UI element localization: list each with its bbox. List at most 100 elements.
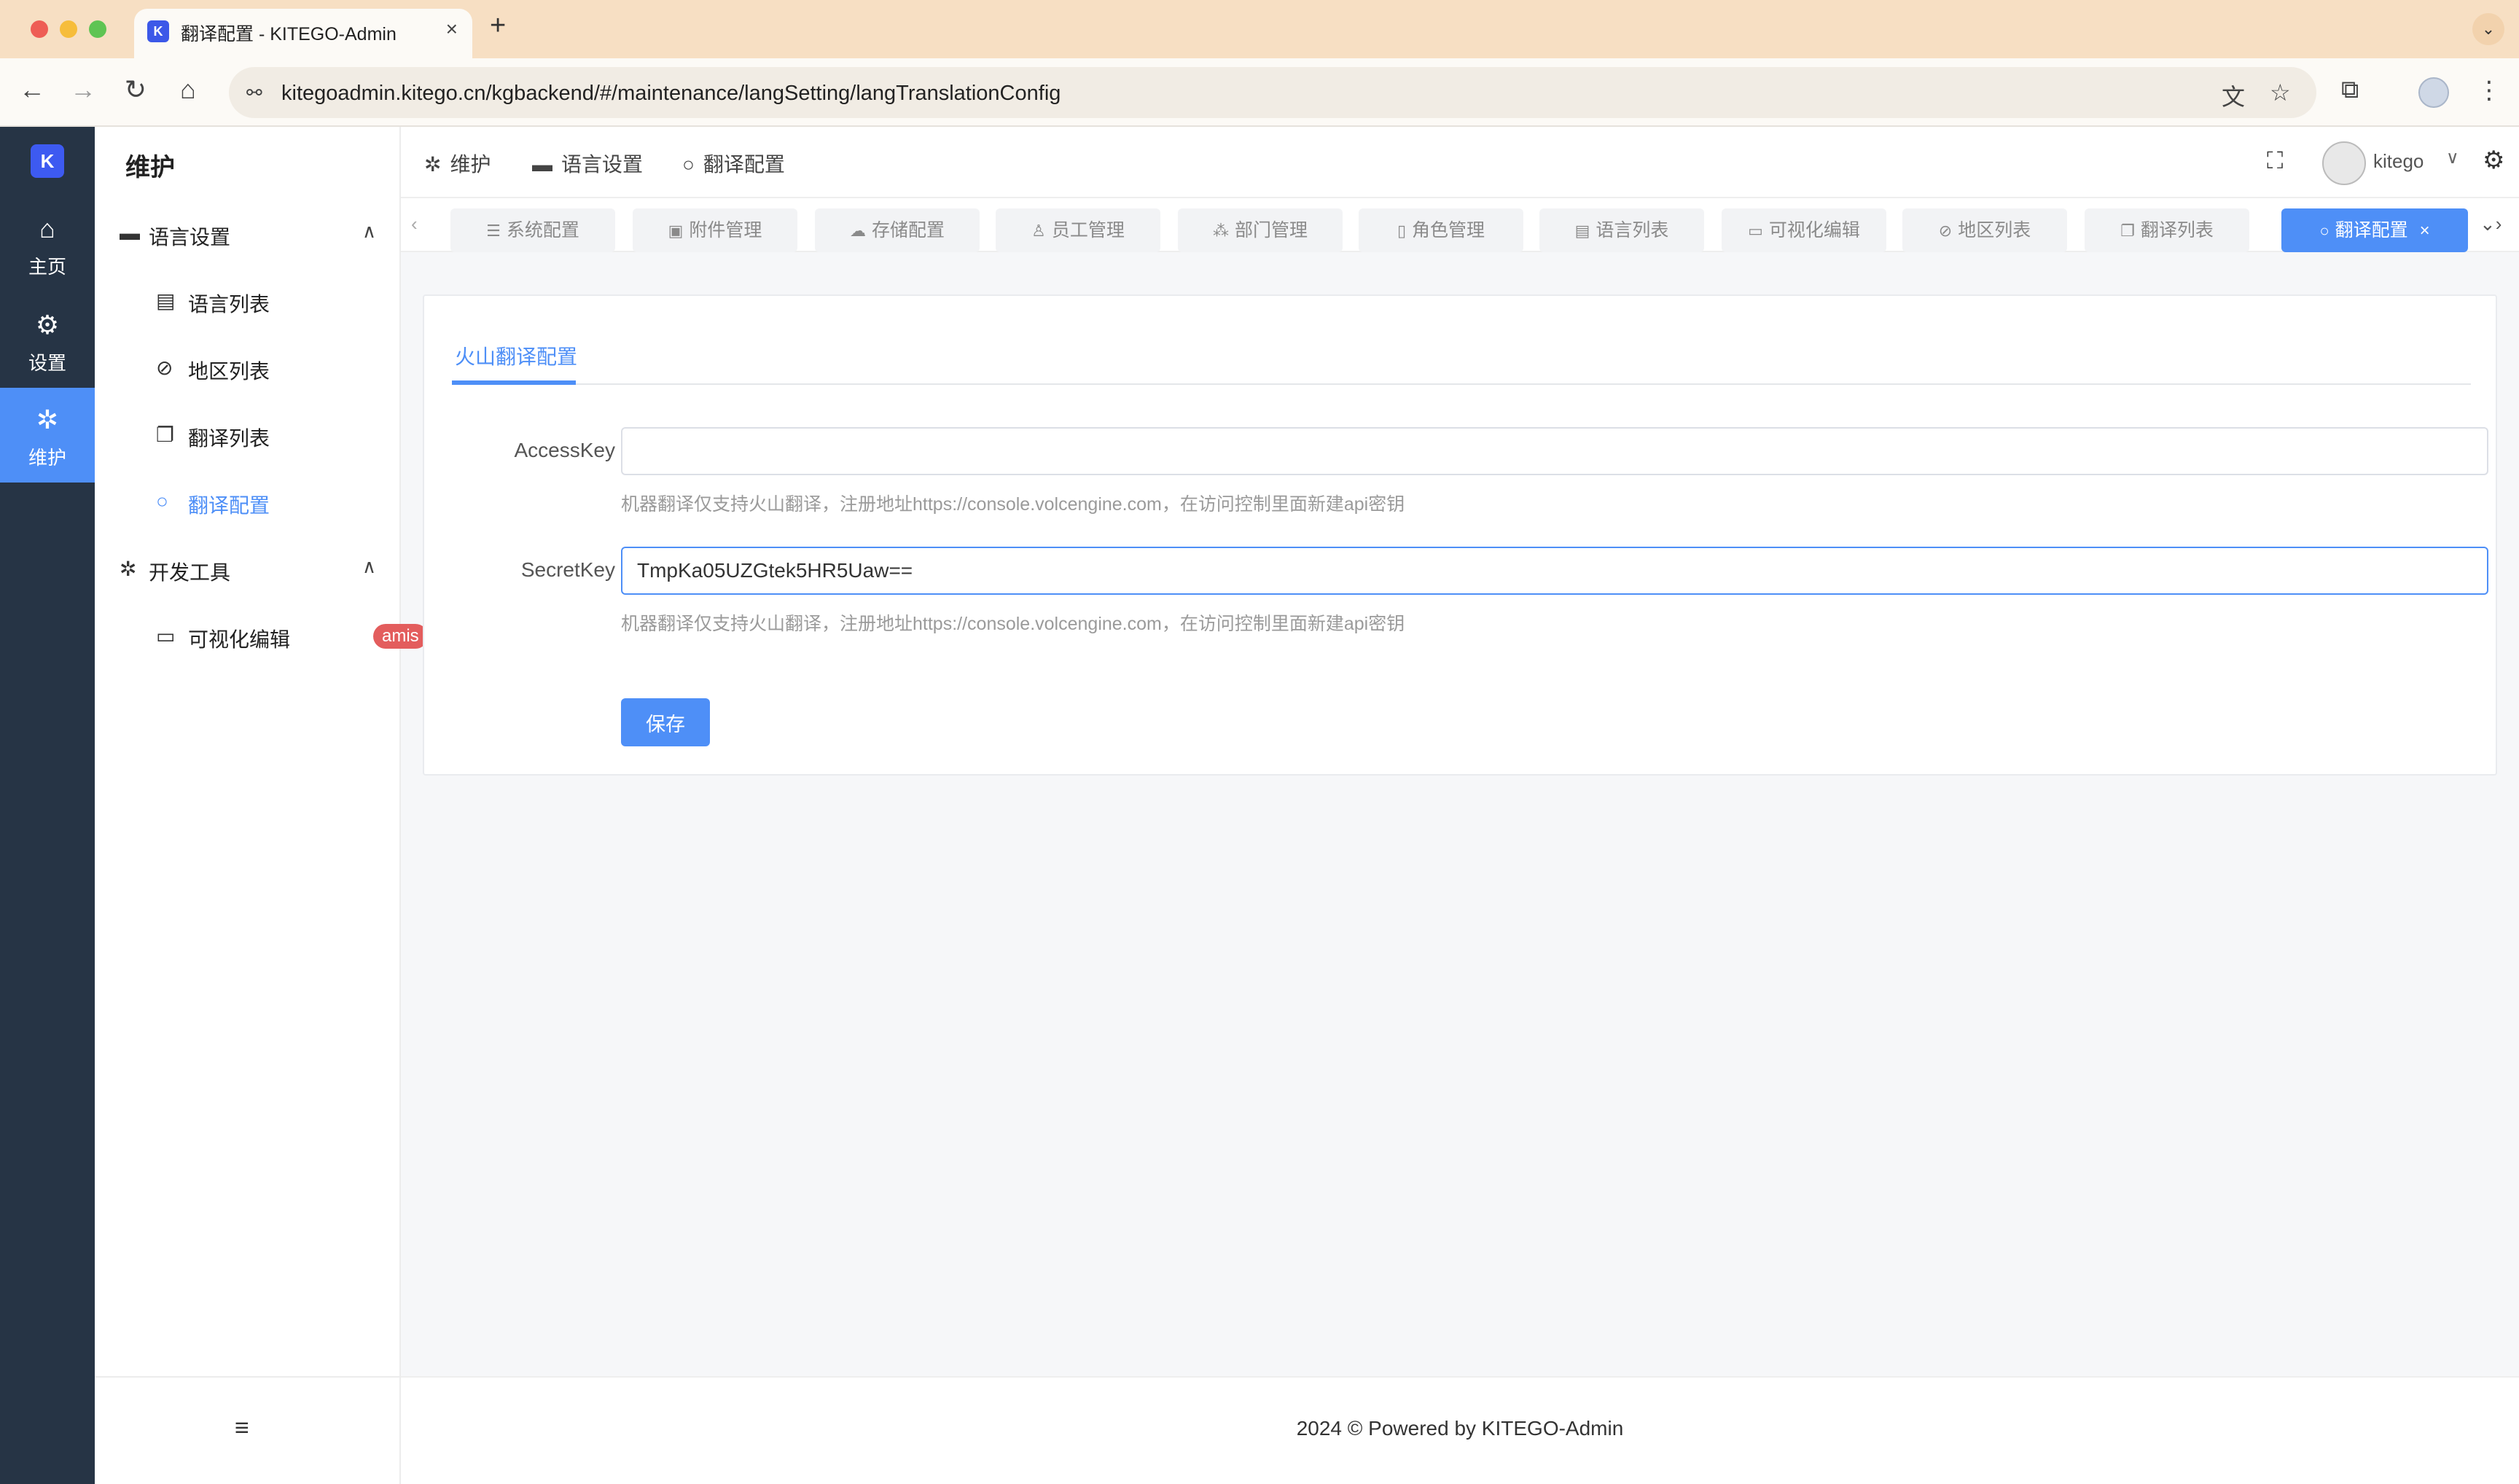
chevron-left-icon[interactable]: ‹ xyxy=(411,213,418,235)
save-button[interactable]: 保存 xyxy=(621,698,710,746)
tag-roles[interactable]: ▯ 角色管理 xyxy=(1359,208,1523,252)
tag-label: 翻译配置 xyxy=(2335,220,2408,241)
book-icon: ▤ xyxy=(1574,222,1590,240)
browser-tab-active[interactable]: K 翻译配置 - KITEGO-Admin × xyxy=(134,9,472,58)
translate-icon[interactable]: 文 xyxy=(2222,79,2245,112)
profile-avatar[interactable] xyxy=(2418,77,2449,108)
chevron-up-icon[interactable]: ∧ xyxy=(362,555,376,578)
tag-visual-editor[interactable]: ▭ 可视化编辑 xyxy=(1722,208,1886,252)
search-icon: ○ xyxy=(2319,222,2329,240)
tag-system-config[interactable]: ☰ 系统配置 xyxy=(450,208,615,252)
breadcrumb-item-translation-config[interactable]: ○ 翻译配置 xyxy=(682,149,785,178)
main-area: ✲ 维护 ▬ 语言设置 ○ 翻译配置 ⛶ kitego ∨ ⚙ ‹ ☰ 系统配置 ▣ 附件… xyxy=(401,127,2519,1484)
rail-item-settings[interactable]: ⚙ 设置 xyxy=(0,293,95,388)
rail-item-label: 设置 xyxy=(28,352,66,374)
tab-divider xyxy=(452,383,2471,385)
home-icon: ⌂ xyxy=(39,214,55,243)
breadcrumb-item-language-settings[interactable]: ▬ 语言设置 xyxy=(532,149,643,178)
bug-icon: ✲ xyxy=(424,153,442,176)
close-icon[interactable]: × xyxy=(2420,221,2430,241)
bookmark-star-icon[interactable]: ☆ xyxy=(2270,79,2291,106)
browser-menu-icon[interactable]: ⋮ xyxy=(2477,76,2502,105)
tab-volcengine-translation[interactable]: 火山翻译配置 xyxy=(455,341,577,370)
window-zoom-button[interactable] xyxy=(89,20,106,38)
sidebar-item-label: 翻译配置 xyxy=(188,494,270,517)
id-card-icon: ▯ xyxy=(1397,222,1407,240)
bug-icon: ✲ xyxy=(36,405,59,434)
rail-item-home[interactable]: ⌂ 主页 xyxy=(0,197,95,292)
breadcrumb-label: 语言设置 xyxy=(561,153,644,176)
tag-label: 翻译列表 xyxy=(2140,220,2214,241)
tag-storage-config[interactable]: ☁ 存储配置 xyxy=(815,208,980,252)
access-key-input[interactable] xyxy=(621,427,2488,475)
sidebar: 维护 ▬ 语言设置 ∧ ▤ 语言列表 ⊘ 地区列表 ❐ 翻译列表 ○ 翻译配置 … xyxy=(95,127,428,1484)
tag-language-list[interactable]: ▤ 语言列表 xyxy=(1539,208,1704,252)
menu-group-language-settings[interactable]: ▬ 语言设置 ∧ xyxy=(120,213,391,254)
secret-key-input[interactable] xyxy=(621,547,2488,595)
sidebar-item-label: 地区列表 xyxy=(188,360,270,383)
user-icon: ♙ xyxy=(1031,222,1046,240)
rail-item-label: 主页 xyxy=(28,256,66,278)
user-avatar[interactable] xyxy=(2322,141,2366,185)
book-icon: ▤ xyxy=(156,289,176,312)
site-info-icon[interactable]: ⚯ xyxy=(246,82,262,104)
copy-icon: ❐ xyxy=(2120,222,2135,240)
breadcrumb-item-maintenance[interactable]: ✲ 维护 xyxy=(424,149,491,178)
tag-region-list[interactable]: ⊘ 地区列表 xyxy=(1902,208,2067,252)
window-minimize-button[interactable] xyxy=(60,20,77,38)
chevron-up-icon[interactable]: ∧ xyxy=(362,220,376,243)
tag-staff[interactable]: ♙ 员工管理 xyxy=(996,208,1160,252)
sidebar-item-label: 可视化编辑 xyxy=(188,628,291,651)
browser-tab-close-icon[interactable]: × xyxy=(446,17,458,41)
sidebar-item-translation-config[interactable]: ○ 翻译配置 xyxy=(156,481,397,522)
access-key-label: AccessKey xyxy=(514,439,616,461)
cloud-icon: ☁ xyxy=(849,222,866,240)
forward-arrow-icon[interactable]: → xyxy=(67,74,99,105)
home-icon[interactable]: ⌂ xyxy=(172,74,204,105)
tag-label: 系统配置 xyxy=(506,220,579,241)
browser-tab-title: 翻译配置 - KITEGO-Admin xyxy=(181,24,397,44)
secret-key-hint: 机器翻译仅支持火山翻译，注册地址https://console.volcengi… xyxy=(621,614,1405,634)
menu-group-dev-tools[interactable]: ✲ 开发工具 ∧ xyxy=(120,548,391,589)
browser-toolbar: ← → ↻ ⌂ ⚯ kitegoadmin.kitego.cn/kgbacken… xyxy=(0,58,2519,127)
tab-active-indicator xyxy=(452,380,576,385)
tag-label: 语言列表 xyxy=(1596,220,1669,241)
rail-item-maintenance[interactable]: ✲ 维护 xyxy=(0,388,95,483)
chevron-down-right-icon[interactable]: ⌄› xyxy=(2480,213,2502,235)
extensions-icon[interactable]: ⧉ xyxy=(2341,76,2359,104)
presentation-icon: ▭ xyxy=(1748,222,1763,240)
tab-search-chevron-icon[interactable]: ⌄ xyxy=(2472,13,2504,45)
search-icon: ○ xyxy=(156,490,168,512)
sidebar-module-title: 维护 xyxy=(125,154,175,181)
browser-tabbar: K 翻译配置 - KITEGO-Admin × + ⌄ xyxy=(0,0,2519,58)
org-icon: ⁂ xyxy=(1212,222,1229,240)
back-arrow-icon[interactable]: ← xyxy=(16,74,48,105)
presentation-icon: ▭ xyxy=(156,625,176,647)
app-logo[interactable]: K xyxy=(31,144,64,178)
sidebar-item-region-list[interactable]: ⊘ 地区列表 xyxy=(156,347,397,388)
sidebar-item-label: 翻译列表 xyxy=(188,427,270,450)
window-close-button[interactable] xyxy=(31,20,48,38)
collapse-menu-icon[interactable]: ≡ xyxy=(235,1414,249,1442)
gear-icon[interactable]: ⚙ xyxy=(2483,146,2504,175)
address-url[interactable]: kitegoadmin.kitego.cn/kgbackend/#/mainte… xyxy=(281,82,1061,106)
tag-translation-config[interactable]: ○ 翻译配置 × xyxy=(2281,208,2468,252)
user-name[interactable]: kitego xyxy=(2373,150,2424,173)
app-root: K ⌂ 主页 ⚙ 设置 ✲ 维护 维护 ▬ 语言设置 ∧ ▤ 语言列表 ⊘ 地区… xyxy=(0,127,2519,1484)
sidebar-item-translation-list[interactable]: ❐ 翻译列表 xyxy=(156,414,397,455)
chevron-down-icon[interactable]: ∨ xyxy=(2446,147,2459,168)
new-tab-button[interactable]: + xyxy=(490,10,506,42)
access-key-hint: 机器翻译仅支持火山翻译，注册地址https://console.volcengi… xyxy=(621,494,1405,515)
tag-departments[interactable]: ⁂ 部门管理 xyxy=(1178,208,1343,252)
tag-label: 附件管理 xyxy=(689,220,762,241)
compass-icon: ⊘ xyxy=(156,356,173,379)
reload-icon[interactable]: ↻ xyxy=(120,74,152,105)
address-bar[interactable]: ⚯ kitegoadmin.kitego.cn/kgbackend/#/main… xyxy=(229,67,2316,118)
tag-translation-list[interactable]: ❐ 翻译列表 xyxy=(2085,208,2249,252)
sidebar-item-visual-editor[interactable]: ▭ 可视化编辑 amis xyxy=(156,615,428,656)
sidebar-item-language-list[interactable]: ▤ 语言列表 xyxy=(156,280,397,321)
fullscreen-icon[interactable]: ⛶ xyxy=(2267,147,2283,175)
site-favicon-icon: K xyxy=(147,20,169,42)
footer-text: 2024 © Powered by KITEGO-Admin xyxy=(1296,1417,1624,1440)
tag-attachments[interactable]: ▣ 附件管理 xyxy=(633,208,797,252)
